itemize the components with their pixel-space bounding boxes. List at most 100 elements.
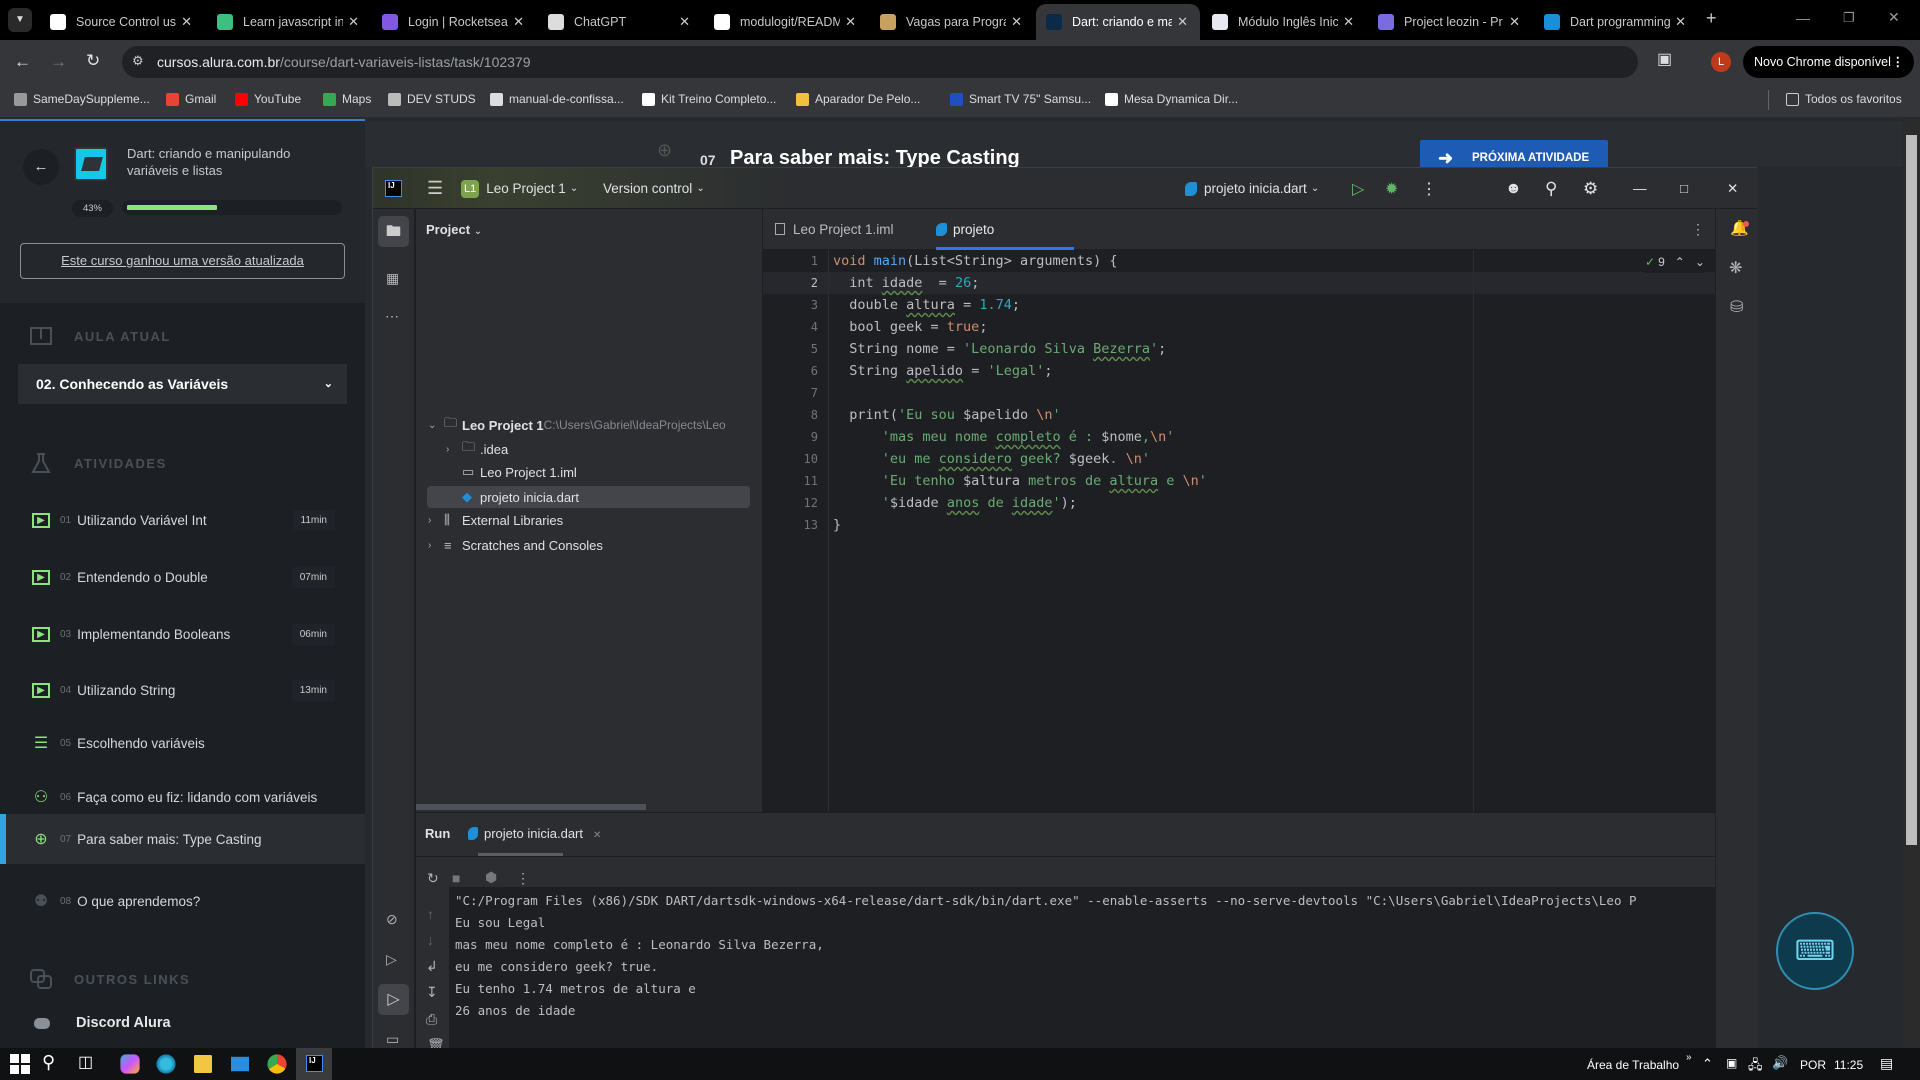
code-line[interactable]: 'mas meu nome completo é : $nome,\n' (833, 426, 1175, 448)
code-line[interactable]: } (833, 514, 841, 536)
close-tab-icon[interactable]: ✕ (845, 14, 856, 30)
menu-kebab-icon[interactable]: ⋮ (1892, 46, 1905, 78)
activity-item[interactable]: ▶ 02 Entendendo o Double 07min (0, 552, 365, 602)
horizontal-scrollbar[interactable] (416, 804, 646, 810)
more-tools-icon[interactable]: ⋯ (385, 309, 399, 323)
browser-tab[interactable]: Dart: criando e ma ✕ (1036, 4, 1200, 40)
window-minimize-button[interactable]: — (1796, 10, 1810, 26)
browser-tab[interactable]: Project leozin - Pr ✕ (1368, 4, 1532, 40)
print-icon[interactable]: ⎙ (426, 1012, 437, 1026)
tree-item[interactable]: › ≡ Scratches and Consoles (428, 534, 603, 556)
site-info-icon[interactable]: ⚙ (132, 54, 144, 67)
close-tab-icon[interactable]: ✕ (181, 14, 192, 30)
hidden-icons-chevron[interactable]: ⌃ (1702, 1056, 1713, 1072)
ide-maximize-button[interactable]: □ (1680, 168, 1688, 209)
code-line[interactable]: bool geek = true; (833, 316, 987, 338)
notification-center-icon[interactable]: ▤ (1880, 1055, 1893, 1072)
window-close-button[interactable]: ✕ (1888, 9, 1900, 26)
more-options-icon[interactable]: ⋮ (516, 871, 530, 885)
address-bar[interactable]: ⚙ cursos.alura.com.br/course/dart-variav… (122, 46, 1638, 78)
close-tab-icon[interactable]: ✕ (513, 14, 524, 30)
file-explorer-icon[interactable] (194, 1055, 212, 1073)
close-tab-icon[interactable]: ✕ (679, 14, 690, 30)
bookmark-item[interactable]: manual-de-confissa... (490, 92, 624, 106)
add-user-icon[interactable]: ☻ (1505, 168, 1522, 209)
new-tab-button[interactable]: + (1706, 8, 1717, 29)
tree-item[interactable]: ⌄ 🗀 Leo Project 1 C:\Users\Gabriel\IdeaPro… (428, 414, 726, 436)
extensions-icon[interactable]: ▣ (1657, 52, 1672, 68)
rerun-icon[interactable]: ↻ (427, 871, 439, 885)
code-line[interactable]: print('Eu sou $apelido \n' (833, 404, 1060, 426)
chrome-icon[interactable] (267, 1054, 287, 1074)
project-tool-button[interactable]: 🖿 (378, 216, 409, 247)
browser-tab[interactable]: Dart programming ✕ (1534, 4, 1698, 40)
close-tab-icon[interactable]: ✕ (1509, 14, 1520, 30)
window-restore-button[interactable]: ❐ (1843, 10, 1855, 26)
bookmark-item[interactable]: Kit Treino Completo... (642, 92, 776, 106)
chevron-down-icon[interactable]: ⌄ (1695, 255, 1705, 269)
bookmark-item[interactable]: Gmail (166, 92, 216, 106)
close-tab-icon[interactable]: ✕ (1011, 14, 1022, 30)
code-line[interactable]: String nome = 'Leonardo Silva Bezerra'; (833, 338, 1166, 360)
project-switcher[interactable]: L1 Leo Project 1 ⌄ (461, 168, 578, 209)
scroll-up-icon[interactable]: ↑ (427, 907, 434, 921)
browser-tab[interactable]: Vagas para Progra ✕ (870, 4, 1034, 40)
chat-assistant-button[interactable]: ⌨ (1776, 912, 1854, 990)
browser-tab[interactable]: Source Control usi ✕ (40, 4, 204, 40)
code-line[interactable]: double altura = 1.74; (833, 294, 1020, 316)
chevron-right-icon[interactable]: › (428, 540, 444, 551)
volume-icon[interactable]: 🔊 (1772, 1055, 1788, 1071)
tab-options-icon[interactable]: ⋮ (1691, 222, 1705, 236)
browser-tab[interactable]: Learn javascript in ✕ (207, 4, 371, 40)
ide-minimize-button[interactable]: — (1633, 168, 1647, 209)
main-menu-icon[interactable]: ☰ (427, 168, 443, 209)
language-indicator[interactable]: POR (1800, 1058, 1826, 1072)
tree-item[interactable]: › ⫼ External Libraries (428, 509, 563, 531)
back-button[interactable]: ← (23, 149, 59, 185)
soft-wrap-icon[interactable]: ↲ (426, 959, 438, 973)
scroll-to-end-icon[interactable]: ↧ (426, 985, 438, 999)
tree-item[interactable]: ▭ Leo Project 1.iml (446, 461, 577, 483)
run-icon[interactable]: ▷ (1352, 168, 1364, 209)
updated-version-link[interactable]: Este curso ganhou uma versão atualizada (20, 243, 345, 279)
activity-item[interactable]: ▶ 01 Utilizando Variável Int 11min (0, 495, 365, 545)
camera-icon[interactable]: ▣ (1726, 1056, 1737, 1070)
search-icon[interactable]: ⚲ (42, 1052, 66, 1076)
no-entry-icon[interactable]: ⊘ (386, 912, 398, 926)
update-chrome-button[interactable]: Novo Chrome disponível ⋮ (1743, 46, 1914, 78)
terminal-icon[interactable]: ▭ (386, 1032, 399, 1046)
tab-projeto-inicia-dart[interactable]: projeto inicia.dart✕ (936, 209, 1074, 278)
stop-icon[interactable]: ■ (452, 871, 460, 885)
close-tab-icon[interactable]: ✕ (593, 830, 601, 841)
activity-item[interactable]: ▶ 03 Implementando Booleans 06min (0, 609, 365, 659)
services-icon[interactable]: ▷ (386, 952, 397, 966)
suspend-icon[interactable]: ⬢ (485, 870, 497, 884)
tab-leo-project-iml[interactable]: Leo Project 1.iml (775, 209, 894, 250)
all-bookmarks[interactable]: Todos os favoritos (1786, 92, 1902, 106)
tree-item[interactable]: ◆ projeto inicia.dart (446, 486, 579, 508)
version-control-menu[interactable]: Version control ⌄ (603, 168, 705, 209)
task-view-icon[interactable]: ◫ (78, 1052, 102, 1076)
chevron-right-icon[interactable]: › (446, 444, 462, 455)
run-config-selector[interactable]: projeto inicia.dart ⌄ (1185, 168, 1319, 209)
browser-tab[interactable]: Login | Rocketseat ✕ (372, 4, 536, 40)
bookmark-item[interactable]: SameDaySuppleme... (14, 92, 150, 106)
toolbar-expand-icon[interactable]: » (1686, 1052, 1692, 1063)
inspection-widget[interactable]: ✓ 9 ⌃ ⌄ (1645, 251, 1705, 273)
scrollbar-thumb[interactable] (1906, 135, 1917, 845)
console-output[interactable]: "C:/Program Files (x86)/SDK DART/dartsdk… (449, 887, 1715, 1053)
code-line[interactable]: void main(List<String> arguments) { (833, 250, 1117, 272)
run-tool-button[interactable]: ▷ (378, 984, 409, 1015)
bookmark-item[interactable]: Smart TV 75" Samsu... (950, 92, 1091, 106)
browser-tab[interactable]: Módulo Inglês Inic ✕ (1202, 4, 1366, 40)
close-tab-icon[interactable]: ✕ (1177, 14, 1188, 30)
bookmark-item[interactable]: Maps (323, 92, 371, 106)
chevron-right-icon[interactable]: › (428, 515, 444, 526)
tree-item[interactable]: › 🗀 .idea (446, 438, 508, 460)
scroll-down-icon[interactable]: ↓ (427, 933, 434, 947)
run-tab-projeto-inicia[interactable]: projeto inicia.dart ✕ (468, 826, 601, 841)
code-line[interactable]: 'eu me considero geek? $geek. \n' (833, 448, 1150, 470)
tab-search-button[interactable]: ▼ (8, 8, 32, 32)
project-panel-title[interactable]: Project ⌄ (426, 222, 482, 237)
discord-link[interactable]: Discord Alura (34, 1015, 171, 1031)
